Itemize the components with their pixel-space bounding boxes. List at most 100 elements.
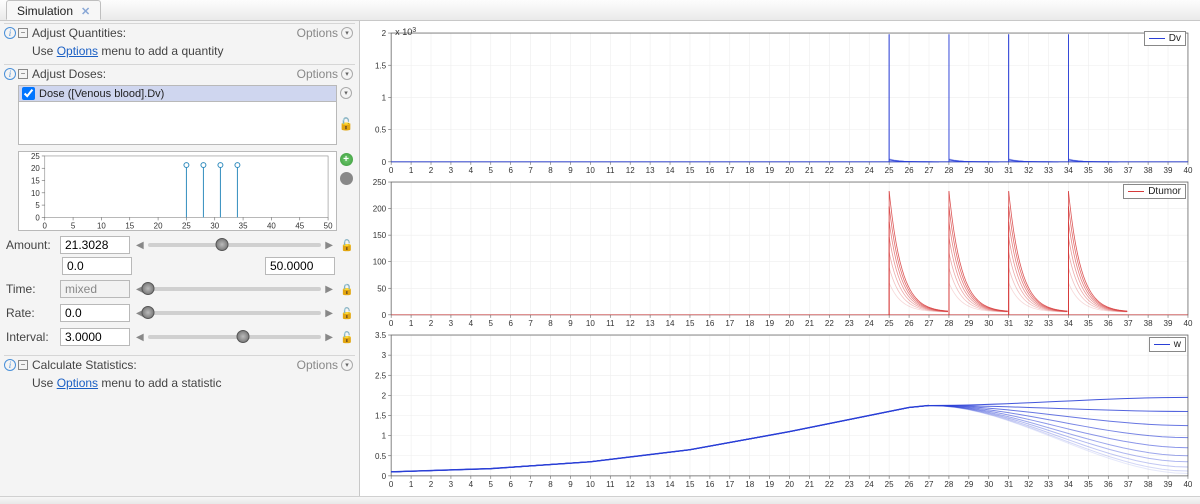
- svg-text:11: 11: [606, 319, 615, 328]
- collapse-icon[interactable]: −: [18, 69, 28, 79]
- collapse-icon[interactable]: −: [18, 360, 28, 370]
- svg-text:1: 1: [409, 166, 414, 175]
- amount-max-field[interactable]: [265, 257, 335, 275]
- chevron-down-icon[interactable]: ▾: [340, 87, 352, 99]
- stats-hint: Use Options menu to add a statistic: [4, 374, 355, 396]
- svg-text:30: 30: [984, 166, 993, 175]
- step-right-icon[interactable]: ▶: [323, 332, 335, 343]
- svg-text:3: 3: [382, 351, 387, 360]
- svg-text:27: 27: [925, 480, 934, 489]
- amount-min-field[interactable]: [62, 257, 132, 275]
- step-right-icon[interactable]: ▶: [323, 240, 335, 251]
- collapse-icon[interactable]: −: [18, 28, 28, 38]
- info-icon[interactable]: i: [4, 27, 16, 39]
- svg-text:3: 3: [449, 166, 454, 175]
- legend-swatch: [1154, 344, 1170, 345]
- svg-text:19: 19: [765, 480, 774, 489]
- svg-text:3: 3: [449, 480, 454, 489]
- svg-text:24: 24: [865, 480, 874, 489]
- svg-text:32: 32: [1024, 480, 1033, 489]
- options-link[interactable]: Options: [57, 376, 98, 390]
- svg-text:22: 22: [825, 166, 834, 175]
- svg-text:36: 36: [1104, 319, 1113, 328]
- options-menu-stats[interactable]: Options ▾: [297, 358, 353, 372]
- rate-slider[interactable]: [148, 311, 322, 315]
- svg-text:30: 30: [984, 480, 993, 489]
- dose-checkbox[interactable]: [22, 87, 35, 100]
- svg-text:2.5: 2.5: [375, 372, 387, 381]
- svg-text:25: 25: [885, 319, 894, 328]
- section-title: Adjust Doses:: [32, 67, 297, 81]
- svg-text:15: 15: [685, 480, 694, 489]
- svg-text:30: 30: [984, 319, 993, 328]
- info-icon[interactable]: i: [4, 359, 16, 371]
- svg-text:250: 250: [373, 178, 387, 187]
- time-field: [60, 280, 130, 298]
- svg-text:15: 15: [685, 319, 694, 328]
- step-right-icon[interactable]: ▶: [323, 284, 335, 295]
- slider-thumb[interactable]: [141, 282, 154, 295]
- lock-icon[interactable]: 🔓: [339, 331, 355, 344]
- options-menu-quantities[interactable]: Options ▾: [297, 26, 353, 40]
- svg-text:21: 21: [805, 166, 814, 175]
- svg-text:13: 13: [646, 319, 655, 328]
- svg-text:16: 16: [705, 319, 714, 328]
- close-icon[interactable]: ✕: [81, 5, 90, 18]
- options-link[interactable]: Options: [57, 44, 98, 58]
- time-slider[interactable]: [148, 287, 322, 291]
- svg-text:9: 9: [568, 480, 573, 489]
- svg-text:25: 25: [31, 152, 40, 161]
- svg-text:12: 12: [626, 480, 635, 489]
- svg-text:15: 15: [685, 166, 694, 175]
- rate-field[interactable]: [60, 304, 130, 322]
- chart-w-svg: 0123456789101112131415161718192021222324…: [365, 331, 1194, 490]
- svg-text:18: 18: [745, 166, 754, 175]
- svg-text:5: 5: [35, 201, 40, 210]
- lock-icon[interactable]: 🔓: [339, 307, 355, 320]
- tab-simulation[interactable]: Simulation ✕: [6, 0, 101, 20]
- svg-text:7: 7: [528, 319, 533, 328]
- amount-slider[interactable]: [148, 243, 322, 247]
- section-header-quantities: i − Adjust Quantities: Options ▾: [4, 23, 355, 42]
- dose-label: Dose ([Venous blood].Dv): [39, 88, 164, 100]
- slider-thumb[interactable]: [216, 238, 229, 251]
- svg-text:23: 23: [845, 319, 854, 328]
- svg-text:13: 13: [646, 480, 655, 489]
- svg-text:31: 31: [1004, 319, 1013, 328]
- step-right-icon[interactable]: ▶: [323, 308, 335, 319]
- svg-text:10: 10: [586, 319, 595, 328]
- interval-slider[interactable]: [148, 335, 322, 339]
- svg-text:1.5: 1.5: [375, 62, 387, 71]
- slider-thumb[interactable]: [141, 306, 154, 319]
- svg-text:1: 1: [409, 480, 414, 489]
- svg-text:39: 39: [1164, 319, 1173, 328]
- info-icon[interactable]: i: [4, 68, 16, 80]
- svg-text:9: 9: [568, 319, 573, 328]
- svg-text:34: 34: [1064, 166, 1073, 175]
- lock-icon[interactable]: 🔒: [339, 283, 355, 296]
- slider-thumb[interactable]: [237, 330, 250, 343]
- step-left-icon[interactable]: ◀: [134, 240, 146, 251]
- svg-text:14: 14: [666, 480, 675, 489]
- svg-text:32: 32: [1024, 166, 1033, 175]
- svg-text:13: 13: [646, 166, 655, 175]
- dose-list[interactable]: Dose ([Venous blood].Dv): [18, 85, 337, 145]
- lock-icon[interactable]: 🔓: [339, 117, 354, 131]
- svg-text:10: 10: [31, 189, 40, 198]
- options-menu-doses[interactable]: Options ▾: [297, 67, 353, 81]
- lock-icon[interactable]: 🔓: [339, 239, 355, 252]
- interval-field[interactable]: [60, 328, 130, 346]
- svg-text:6: 6: [508, 480, 513, 489]
- dose-item[interactable]: Dose ([Venous blood].Dv): [19, 86, 336, 102]
- svg-text:37: 37: [1124, 480, 1133, 489]
- svg-text:29: 29: [964, 319, 973, 328]
- svg-text:39: 39: [1164, 166, 1173, 175]
- svg-text:8: 8: [548, 319, 553, 328]
- step-left-icon[interactable]: ◀: [134, 332, 146, 343]
- amount-field[interactable]: [60, 236, 130, 254]
- svg-text:7: 7: [528, 480, 533, 489]
- svg-text:1: 1: [382, 432, 387, 441]
- svg-text:16: 16: [705, 480, 714, 489]
- svg-text:40: 40: [267, 222, 276, 231]
- add-icon[interactable]: +: [340, 153, 353, 166]
